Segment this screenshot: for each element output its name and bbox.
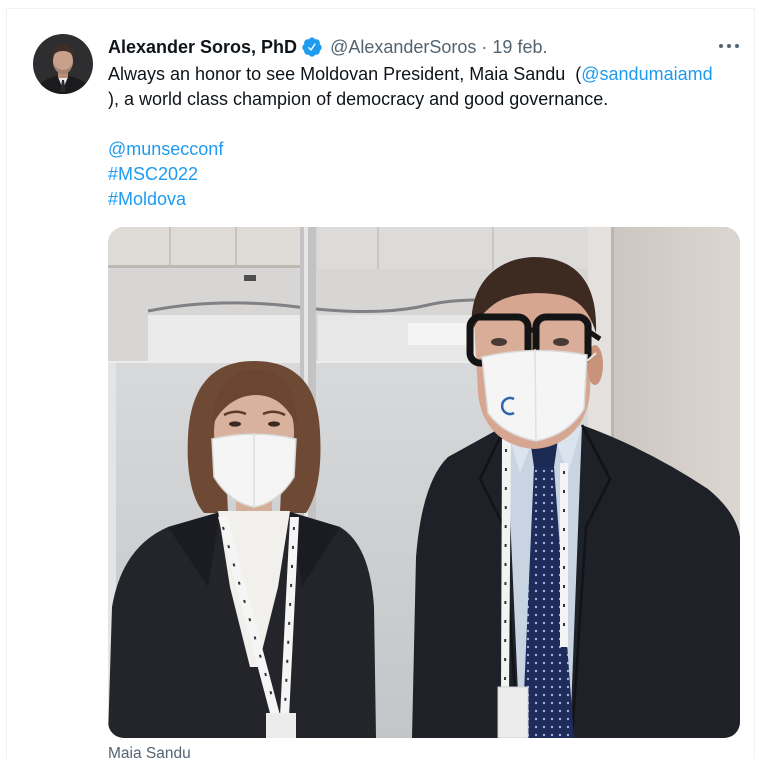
tweet-date[interactable]: 19 feb. [492, 35, 547, 59]
ceiling-edge [108, 265, 302, 268]
badge-shape [302, 37, 322, 57]
more-dot [735, 44, 739, 48]
avatar-image [33, 34, 93, 94]
verified-badge-icon [301, 36, 323, 58]
author-avatar[interactable] [33, 34, 93, 94]
man-mask-seam [534, 348, 537, 442]
woman-eye [229, 421, 241, 427]
more-icon[interactable] [715, 34, 743, 58]
woman-eye [268, 421, 280, 427]
man-badge [497, 686, 529, 738]
woman-badge [266, 713, 296, 738]
mention-link-munsecconf[interactable]: @munsecconf [108, 139, 223, 159]
hashtag-link-moldova[interactable]: #Moldova [108, 189, 186, 209]
photo-image [108, 227, 740, 738]
more-dot [727, 44, 731, 48]
ceiling-tiles [108, 227, 302, 265]
tweet-text: Always an honor to see Moldovan Presiden… [108, 62, 713, 212]
tagged-people[interactable]: Maia Sandu [108, 745, 191, 763]
author-handle[interactable]: @AlexanderSoros [330, 35, 476, 59]
hashtag-link-msc2022[interactable]: #MSC2022 [108, 164, 198, 184]
separator-dot: · [481, 37, 488, 57]
tweet-text-line-1: Always an honor to see Moldovan Presiden… [108, 62, 713, 87]
mention-link[interactable]: @sandumaiamd [581, 64, 712, 84]
tweet-photo[interactable] [108, 227, 740, 738]
author-name[interactable]: Alexander Soros, PhD [108, 35, 297, 59]
tweet-text-line-2: ), a world class champion of democracy a… [108, 89, 609, 109]
distant-window [148, 315, 300, 361]
tweet-header: Alexander Soros, PhD @AlexanderSoros · 1… [108, 35, 547, 59]
more-dot [719, 44, 723, 48]
ceiling-light [244, 275, 256, 281]
distant-light [408, 323, 468, 345]
tweet-text-segment: Always an honor to see Moldovan Presiden… [108, 64, 582, 84]
tweet-card[interactable]: Alexander Soros, PhD @AlexanderSoros · 1… [6, 8, 755, 762]
